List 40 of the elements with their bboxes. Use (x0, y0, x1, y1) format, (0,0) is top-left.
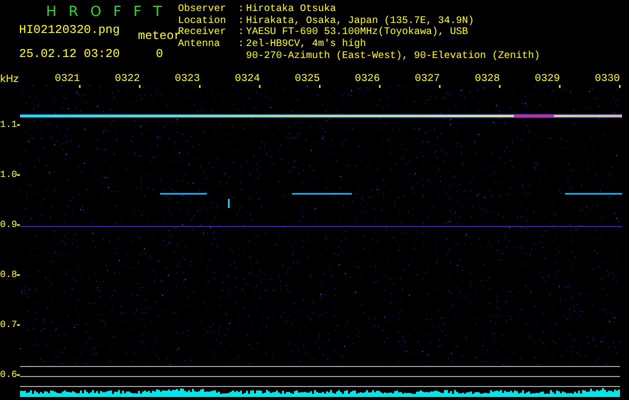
time-label: 0327 (414, 74, 440, 85)
time-label: 0321 (54, 74, 80, 85)
frequency-label: 1.1 (0, 120, 18, 130)
field-label: Receiver (178, 27, 228, 38)
frequency-label: 0.9 (0, 220, 18, 230)
file-name: HI02120320.png (19, 22, 120, 39)
field-separator: : (238, 27, 246, 38)
app-title: HROFFT (46, 4, 174, 21)
time-label: 0325 (294, 74, 320, 85)
meteor-count: 0 (156, 46, 164, 63)
axis-tick (17, 324, 20, 326)
field-label: Location (178, 16, 228, 27)
time-label: 0330 (594, 74, 620, 85)
frequency-label: 0.8 (0, 270, 18, 280)
time-label: 0328 (474, 74, 500, 85)
field-separator: : (238, 4, 246, 16)
frequency-label: 0.6 (0, 370, 18, 380)
field-value: YAESU FT-690 53.100MHz(Toyokawa), USB (246, 27, 468, 38)
unit-label: kHz (0, 74, 20, 85)
frequency-label: 0.7 (0, 320, 18, 330)
frequency-label: 1.0 (0, 170, 18, 180)
timestamp: 25.02.12 03:20 (19, 46, 120, 63)
axis-tick (17, 124, 20, 126)
field-label: Antenna (178, 39, 222, 50)
field-value: 90-270-Azimuth (East-West), 90-Elevation (Zenith) (246, 50, 540, 62)
axis-tick (17, 274, 20, 276)
axis-tick (17, 374, 20, 376)
field-label: Observer (178, 4, 228, 16)
field-value: Hirotaka Otsuka (246, 4, 336, 16)
axis-tick (17, 224, 20, 226)
field-separator: : (238, 16, 246, 27)
field-separator: : (238, 39, 246, 50)
time-label: 0324 (234, 74, 260, 85)
time-label: 0326 (354, 74, 380, 85)
field-value: 2el-HB9CV, 4m's high (246, 39, 366, 50)
field-value: Hirakata, Osaka, Japan (135.7E, 34.9N) (246, 16, 474, 27)
time-label: 0329 (534, 74, 560, 85)
time-label: 0323 (174, 74, 200, 85)
axis-tick (17, 174, 20, 176)
time-label: 0322 (114, 74, 140, 85)
